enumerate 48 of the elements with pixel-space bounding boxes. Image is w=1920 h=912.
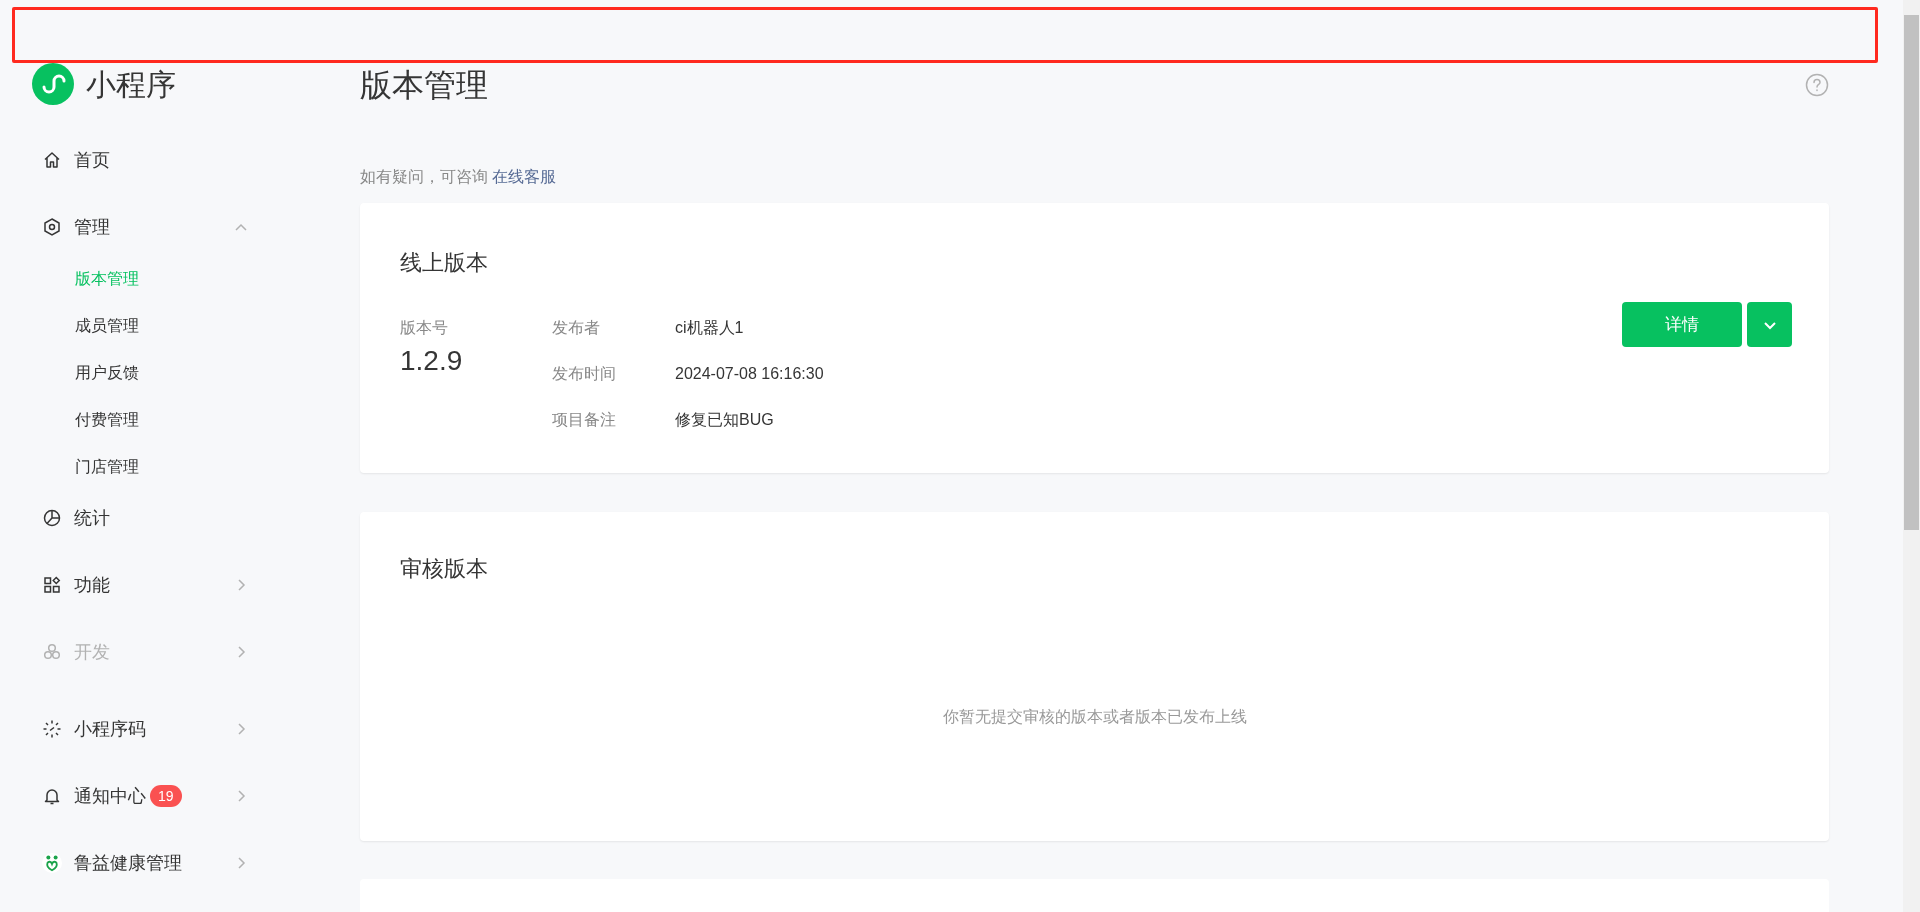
sunburst-icon [42, 719, 62, 739]
card-title: 线上版本 [400, 249, 489, 277]
nav-item[interactable]: 统计 [0, 490, 340, 546]
nav-item[interactable]: 首页 [0, 132, 340, 188]
nav-item-label: 鲁益健康管理 [74, 851, 182, 875]
hexagons-icon [42, 642, 62, 662]
help-hint: 如有疑问，可咨询 在线客服 [360, 167, 558, 187]
nav-item-label: 首页 [74, 148, 110, 172]
nav-item-label: 小程序码 [74, 717, 146, 741]
count-badge: 19 [150, 785, 182, 807]
version-number: 1.2.9 [400, 344, 464, 378]
hexagon-icon [42, 217, 62, 237]
bell-icon [42, 786, 62, 806]
app-logo-icon [32, 63, 74, 105]
home-icon [42, 150, 62, 170]
card-title: 审核版本 [400, 555, 489, 583]
scrollbar[interactable] [1903, 0, 1920, 912]
dropdown-button[interactable] [1747, 302, 1792, 347]
nav-item[interactable]: 鲁益健康管理 [0, 835, 340, 891]
detail-value: ci机器人1 [675, 318, 744, 338]
nav-item[interactable]: 管理 [0, 199, 340, 255]
scrollbar-thumb[interactable] [1904, 15, 1919, 530]
version-label: 版本号 [400, 318, 449, 338]
submenu-item[interactable]: 用户反馈 [0, 349, 340, 396]
app-logo-icon [42, 852, 62, 874]
nav-item-label: 管理 [74, 215, 110, 239]
grid-icon [42, 575, 62, 595]
empty-message: 你暂无提交审核的版本或者版本已发布上线 [941, 707, 1248, 727]
submenu-item[interactable]: 成员管理 [0, 302, 340, 349]
detail-value: 2024-07-08 16:16:30 [675, 364, 824, 384]
nav-item[interactable]: 通知中心 19 [0, 768, 340, 824]
detail-label: 项目备注 [552, 410, 617, 430]
detail-label: 发布时间 [552, 364, 617, 384]
customer-service-link[interactable]: 在线客服 [492, 168, 557, 185]
detail-value: 修复已知BUG [675, 410, 774, 430]
detail-label: 发布者 [552, 318, 601, 338]
nav-item-label: 开发 [74, 640, 110, 664]
app-title: 小程序 [86, 66, 176, 103]
nav-item-label: 功能 [74, 573, 110, 597]
page-title: 版本管理 [360, 66, 488, 105]
nav-item-label: 通知中心 [74, 784, 146, 808]
submenu-item[interactable]: 门店管理 [0, 443, 340, 490]
nav-item-label: 统计 [74, 506, 110, 530]
pie-chart-icon [42, 508, 62, 528]
nav-item[interactable]: 功能 [0, 557, 340, 613]
submenu-item[interactable]: 付费管理 [0, 396, 340, 443]
nav-item[interactable]: 小程序码 [0, 701, 340, 757]
help-icon[interactable] [1805, 73, 1829, 97]
